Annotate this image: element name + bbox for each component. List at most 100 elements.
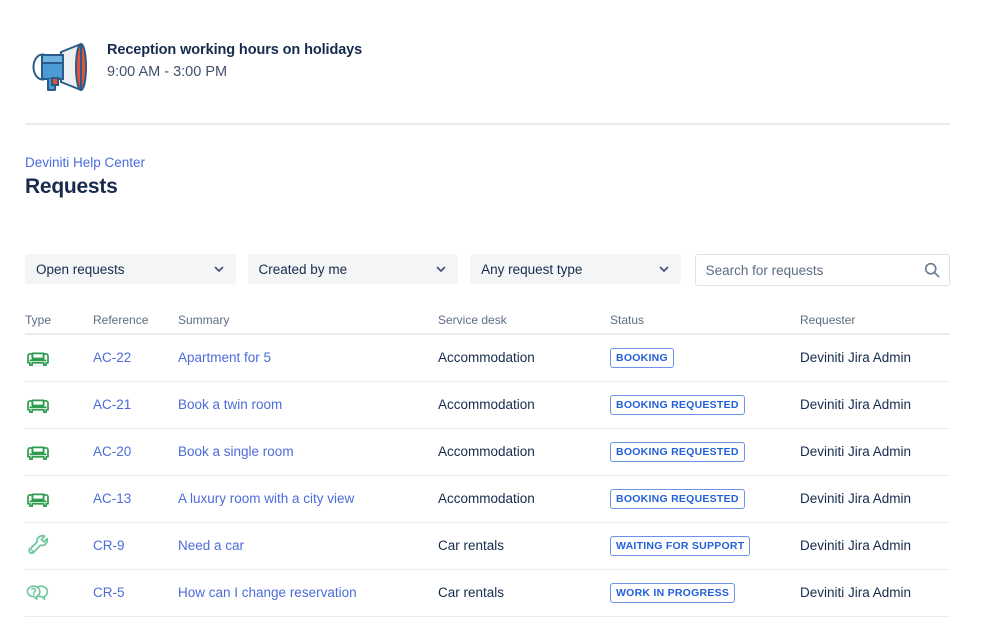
column-header-summary: Summary: [178, 312, 230, 327]
row-requester-cell: Deviniti Jira Admin: [800, 490, 950, 508]
row-service-desk-cell: Accommodation: [438, 443, 610, 461]
service-desk-value: Accommodation: [438, 491, 535, 506]
search-box[interactable]: [694, 254, 950, 286]
summary-link[interactable]: Book a twin room: [178, 397, 282, 412]
reference-link[interactable]: CR-9: [93, 538, 125, 553]
search-icon[interactable]: [923, 261, 941, 279]
page-title: Requests: [25, 175, 118, 198]
table-row[interactable]: AC-21 Book a twin room Accommodation BOOKIN…: [25, 382, 950, 429]
service-desk-value: Car rentals: [438, 538, 505, 553]
armchair-icon: [27, 493, 49, 508]
table-row[interactable]: CR-9 Need a car Car rentals WAITING FOR SUP…: [25, 523, 950, 570]
table-body: AC-22 Apartment for 5 Accommodation BOOKING…: [25, 335, 950, 617]
table-row[interactable]: AC-13 A luxury room with a city view Accom…: [25, 476, 950, 523]
summary-link[interactable]: How can I change reservation: [178, 585, 357, 600]
row-service-desk-cell: Accommodation: [438, 396, 610, 414]
row-requester-cell: Deviniti Jira Admin: [800, 537, 950, 555]
column-header-service-desk: Service desk: [438, 312, 507, 327]
request-type-filter-value: Any request type: [481, 261, 583, 277]
requester-value: Deviniti Jira Admin: [800, 538, 912, 553]
summary-link[interactable]: A luxury room with a city view: [178, 491, 354, 506]
armchair-icon: [27, 446, 49, 461]
status-badge: WAITING FOR SUPPORT: [610, 535, 751, 557]
requester-value: Deviniti Jira Admin: [800, 444, 912, 459]
row-reference-cell: AC-20: [93, 443, 178, 461]
table-header-row: Type Reference Summary Service desk Stat…: [25, 308, 950, 335]
question-bubble-icon: [26, 585, 49, 600]
row-summary-cell: Book a single room: [178, 443, 438, 461]
reference-link[interactable]: AC-22: [93, 350, 131, 365]
status-badge: BOOKING REQUESTED: [610, 488, 745, 510]
armchair-icon: [27, 352, 49, 367]
row-requester-cell: Deviniti Jira Admin: [800, 396, 950, 414]
row-type-cell: [25, 580, 93, 606]
header-divider: [25, 123, 950, 125]
row-reference-cell: CR-5: [93, 584, 178, 602]
requester-value: Deviniti Jira Admin: [800, 350, 912, 365]
row-service-desk-cell: Car rentals: [438, 537, 610, 555]
breadcrumb[interactable]: Deviniti Help Center: [25, 154, 145, 172]
row-type-cell: [25, 345, 93, 371]
column-header-requester: Requester: [800, 312, 856, 327]
chevron-down-icon: [214, 266, 223, 272]
row-requester-cell: Deviniti Jira Admin: [800, 584, 950, 602]
row-reference-cell: AC-13: [93, 490, 178, 508]
row-summary-cell: Book a twin room: [178, 396, 438, 414]
service-desk-value: Accommodation: [438, 444, 535, 459]
row-status-cell: BOOKING REQUESTED: [610, 488, 800, 510]
chevron-down-icon: [659, 266, 668, 272]
requester-value: Deviniti Jira Admin: [800, 491, 912, 506]
summary-link[interactable]: Need a car: [178, 538, 244, 553]
table-row[interactable]: CR-5 How can I change reservation Car rent…: [25, 570, 950, 617]
search-input[interactable]: [705, 255, 923, 285]
row-requester-cell: Deviniti Jira Admin: [800, 349, 950, 367]
row-summary-cell: How can I change reservation: [178, 584, 438, 602]
row-type-cell: [25, 392, 93, 418]
requester-value: Deviniti Jira Admin: [800, 585, 912, 600]
row-reference-cell: CR-9: [93, 537, 178, 555]
summary-link[interactable]: Apartment for 5: [178, 350, 271, 365]
summary-link[interactable]: Book a single room: [178, 444, 294, 459]
table-row[interactable]: AC-22 Apartment for 5 Accommodation BOOKING…: [25, 335, 950, 382]
status-filter-dropdown[interactable]: Open requests: [25, 254, 236, 284]
column-header-type: Type: [25, 312, 52, 327]
service-desk-value: Accommodation: [438, 350, 535, 365]
row-status-cell: WORK IN PROGRESS: [610, 582, 800, 604]
reference-link[interactable]: AC-20: [93, 444, 131, 459]
help-center-requests-page: Reception working hours on holidays 9:00…: [0, 0, 998, 629]
creator-filter-dropdown[interactable]: Created by me: [247, 254, 459, 284]
announcement-title: Reception working hours on holidays: [107, 42, 363, 58]
row-service-desk-cell: Car rentals: [438, 584, 610, 602]
status-filter-value: Open requests: [36, 261, 125, 277]
requester-value: Deviniti Jira Admin: [800, 397, 912, 412]
status-badge: BOOKING REQUESTED: [610, 441, 745, 463]
row-type-cell: [25, 486, 93, 512]
megaphone-icon: [25, 36, 93, 96]
armchair-icon: [27, 399, 49, 414]
row-status-cell: BOOKING REQUESTED: [610, 394, 800, 416]
status-badge: BOOKING REQUESTED: [610, 394, 745, 416]
row-status-cell: BOOKING REQUESTED: [610, 441, 800, 463]
row-type-cell: [25, 533, 93, 559]
column-header-reference: Reference: [93, 312, 149, 327]
requests-table: Type Reference Summary Service desk Stat…: [25, 308, 950, 617]
reference-link[interactable]: AC-21: [93, 397, 131, 412]
service-desk-value: Accommodation: [438, 397, 535, 412]
status-badge: BOOKING: [610, 347, 674, 369]
table-row[interactable]: AC-20 Book a single room Accommodation BOOK…: [25, 429, 950, 476]
request-type-filter-dropdown[interactable]: Any request type: [470, 254, 681, 284]
row-service-desk-cell: Accommodation: [438, 349, 610, 367]
status-badge: WORK IN PROGRESS: [610, 582, 736, 604]
reference-link[interactable]: CR-5: [93, 585, 125, 600]
service-desk-value: Car rentals: [438, 585, 505, 600]
row-summary-cell: Need a car: [178, 537, 438, 555]
row-reference-cell: AC-22: [93, 349, 178, 367]
wrench-icon: [28, 534, 49, 555]
column-header-status: Status: [610, 312, 645, 327]
row-status-cell: WAITING FOR SUPPORT: [610, 535, 800, 557]
creator-filter-value: Created by me: [258, 261, 348, 277]
row-requester-cell: Deviniti Jira Admin: [800, 443, 950, 461]
filters-bar: Open requests Created by me Any request …: [25, 254, 950, 286]
row-reference-cell: AC-21: [93, 396, 178, 414]
reference-link[interactable]: AC-13: [93, 491, 131, 506]
